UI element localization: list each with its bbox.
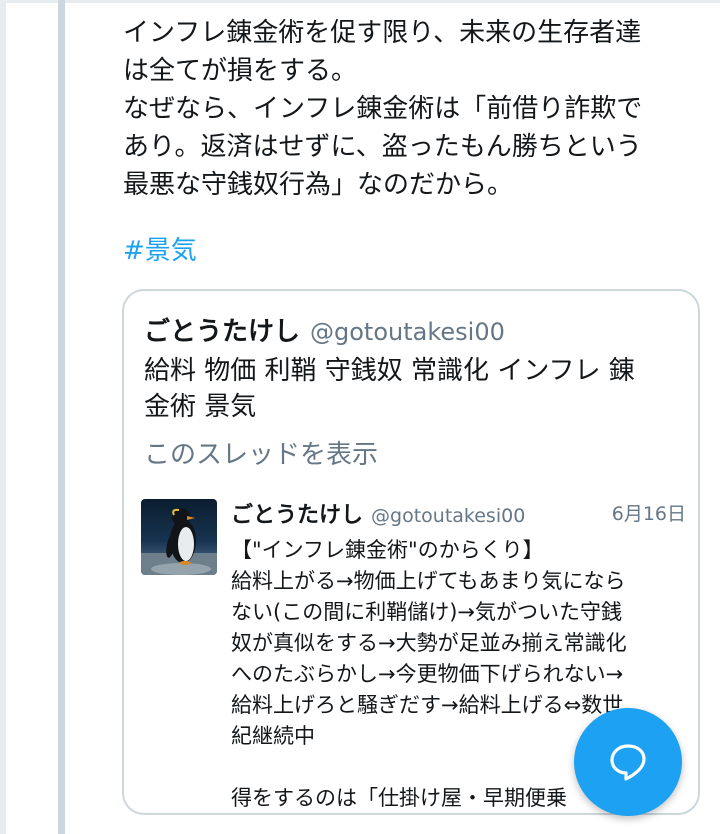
inner-author-name[interactable]: ごとうたけし xyxy=(231,503,363,528)
show-thread-link[interactable]: このスレッドを表示 xyxy=(144,437,378,473)
inner-text-line: ない(この間に利鞘儲け)→気がついた守銭 xyxy=(231,600,622,624)
inner-text-line: 給料上がる→物価上げてもあまり気になら xyxy=(231,569,626,593)
tweet-text-line: なぜなら、インフレ錬金術は「前借り詐欺で xyxy=(123,94,643,124)
inner-text-line: 奴が真似をする→大勢が足並み揃え常識化 xyxy=(231,631,627,655)
inner-text-line: 【"インフレ錬金術"のからくり】 xyxy=(231,538,544,562)
quoted-author-name[interactable]: ごとうたけし xyxy=(144,317,300,347)
tweet-text-line: あり。返済はせずに、盗ったもん勝ちという xyxy=(123,132,642,162)
reply-fab-button[interactable] xyxy=(574,708,682,816)
inner-tweet-header: ごとうたけし @gotoutakesi00 6月16日 xyxy=(231,497,686,529)
avatar[interactable] xyxy=(141,499,217,575)
tweet-text-line: は全てが損をする。 xyxy=(123,56,358,86)
tweet-detail-screen: インフレ錬金術を促す限り、未来の生存者達 は全てが損をする。 なぜなら、インフレ… xyxy=(0,0,720,834)
hashtag-link[interactable]: #景気 xyxy=(123,232,197,270)
inner-author-handle[interactable]: @gotoutakesi00 xyxy=(371,505,525,527)
penguin-avatar-image xyxy=(141,508,217,575)
quoted-author-handle[interactable]: @gotoutakesi00 xyxy=(310,318,505,346)
compose-reply-icon xyxy=(610,744,646,781)
left-gutter xyxy=(0,0,6,834)
quoted-tweet-header: ごとうたけし @gotoutakesi00 xyxy=(144,311,505,348)
thread-connector-line xyxy=(58,0,65,834)
quoted-text-line: 金術 景気 xyxy=(144,392,257,422)
tweet-text-line: 最悪な守銭奴行為」なのだから。 xyxy=(123,170,514,200)
tweet-body: インフレ錬金術を促す限り、未来の生存者達 は全てが損をする。 なぜなら、インフレ… xyxy=(123,14,703,204)
inner-text-line: へのたぶらかし→今更物価下げられない→ xyxy=(231,662,624,686)
top-divider xyxy=(0,0,720,3)
quoted-tweet-text: 給料 物価 利鞘 守銭奴 常識化 インフレ 錬 金術 景気 xyxy=(144,353,684,425)
inner-tweet-date: 6月16日 xyxy=(611,503,686,525)
quoted-text-line: 給料 物価 利鞘 守銭奴 常識化 インフレ 錬 xyxy=(144,356,635,386)
tweet-text-line: インフレ錬金術を促す限り、未来の生存者達 xyxy=(123,18,642,48)
